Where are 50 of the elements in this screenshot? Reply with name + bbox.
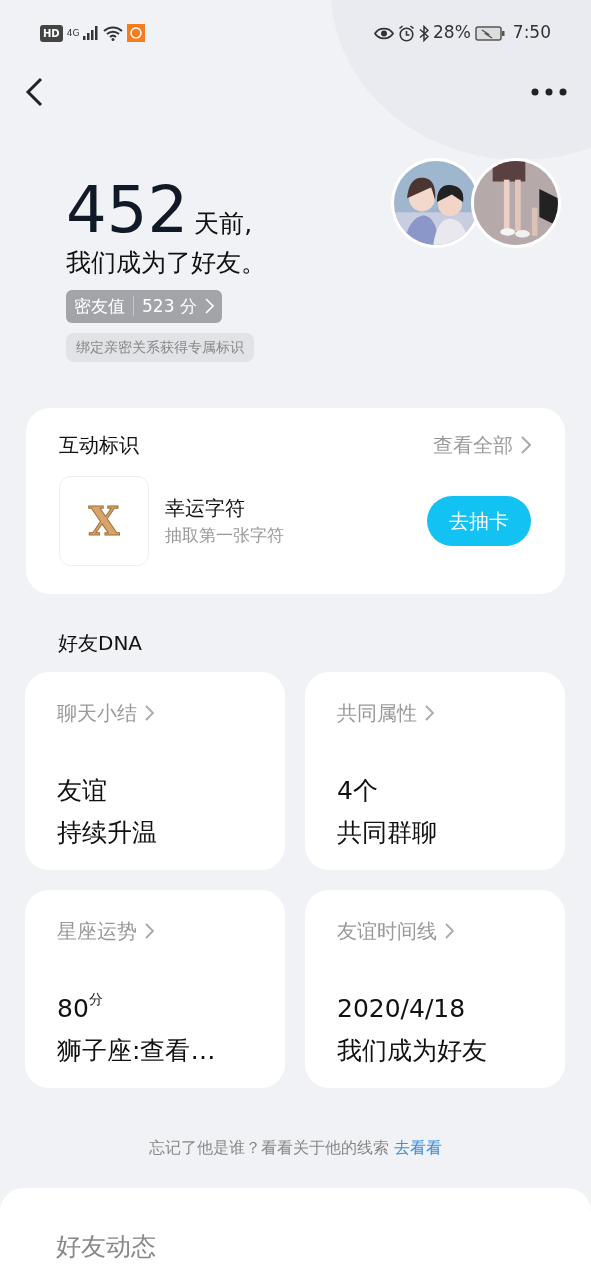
dna-card[interactable]: 星座运势 80$^{分}$ 狮子座:查看… (25, 890, 285, 1088)
wifi-icon (103, 25, 124, 41)
dna-card[interactable]: 友谊时间线 2020/4/18 我们成为好友 (305, 890, 565, 1088)
card-value: 2020/4/18 (337, 993, 467, 1025)
clue-prompt: 忘记了他是谁？看看关于他的线索 去看看 (147, 1137, 444, 1159)
eye-icon (374, 26, 394, 40)
days-suffix: 天前, (194, 207, 253, 240)
card-title-link[interactable]: 共同属性 (337, 698, 434, 728)
draw-card-button[interactable]: 去抽卡 (427, 496, 531, 546)
card-description: 持续升温 (57, 816, 158, 849)
card-value: 80$^{分}$ (57, 990, 104, 1025)
item-title: 幸运字符 (165, 495, 246, 523)
signal-icon (83, 26, 100, 40)
bluetooth-icon (419, 24, 429, 42)
item-subtitle: 抽取第一张字符 (165, 524, 285, 548)
chevron-right-icon (145, 705, 154, 721)
section-title: 好友DNA (58, 630, 144, 657)
hint-tooltip: 绑定亲密关系获得专属标识 (66, 333, 254, 362)
card-description: 狮子座:查看… (57, 1034, 217, 1067)
back-icon[interactable] (24, 77, 44, 107)
hd-indicator: HD (40, 24, 63, 42)
card-value: 4个 (337, 775, 379, 807)
dna-card[interactable]: 共同属性 4个 共同群聊 (305, 672, 565, 870)
app-notification-icon (127, 24, 146, 42)
battery-icon (474, 25, 505, 41)
see-link[interactable]: 去看看 (394, 1138, 443, 1157)
card-value: 友谊 (57, 775, 108, 807)
section-title: 互动标识 (59, 432, 139, 459)
card-title-link[interactable]: 友谊时间线 (337, 916, 454, 946)
chevron-right-icon (204, 298, 214, 315)
more-icon[interactable] (531, 88, 567, 96)
chevron-right-icon (445, 923, 454, 939)
alarm-icon (398, 24, 415, 42)
chevron-right-icon (521, 436, 531, 454)
section-title: 好友动态 (56, 1231, 157, 1263)
card-title-link[interactable]: 聊天小结 (57, 698, 154, 728)
dna-card[interactable]: 聊天小结 友谊 持续升温 (25, 672, 285, 870)
clock-time: 7:50 (512, 21, 551, 45)
friendship-text: 我们成为了好友。 (66, 247, 267, 279)
chevron-right-icon (145, 923, 154, 939)
battery-percentage: 28% (433, 21, 471, 45)
network-type: 4G (66, 28, 80, 38)
card-description: 共同群聊 (337, 816, 438, 849)
card-description: 我们成为好友 (337, 1034, 488, 1067)
view-all-link[interactable]: 查看全部 (433, 430, 531, 460)
chevron-right-icon (425, 705, 434, 721)
days-count: 452 (66, 178, 189, 242)
intimacy-score-button[interactable]: 密友值 523 分 (66, 289, 222, 323)
lucky-letter-badge: X (59, 476, 149, 566)
card-title-link[interactable]: 星座运势 (57, 916, 154, 946)
